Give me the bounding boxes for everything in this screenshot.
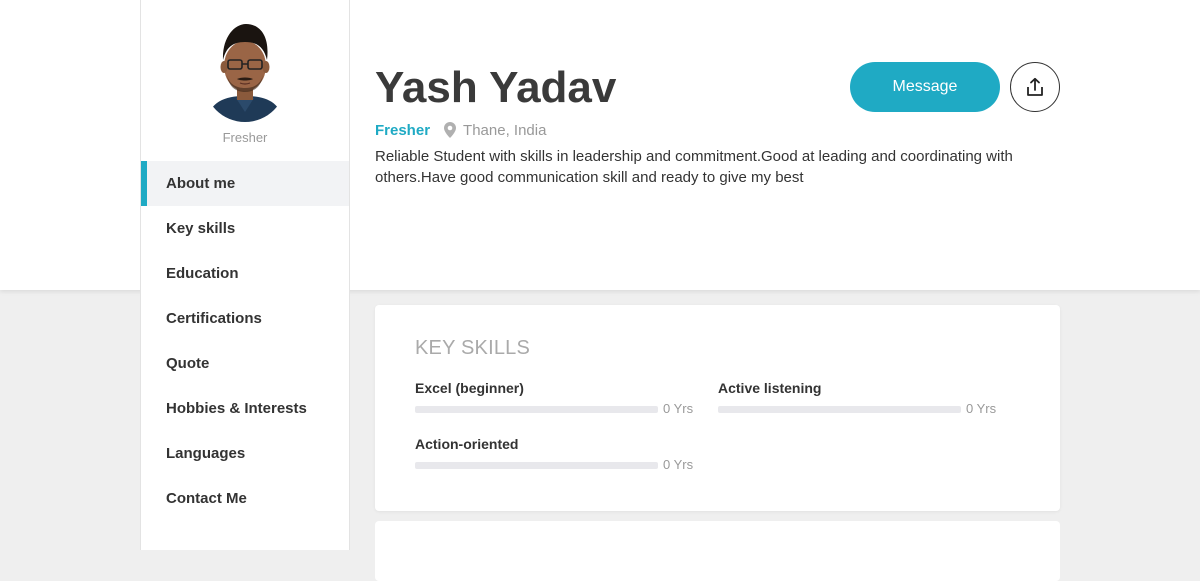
nav-item-quote[interactable]: Quote — [141, 341, 349, 386]
skill-name: Excel (beginner) — [415, 380, 524, 396]
profile-sidebar: Fresher About me Key skills Education Ce… — [140, 0, 350, 550]
profile-status: Fresher — [222, 130, 268, 145]
profile-location: Thane, India — [463, 121, 547, 139]
skill-years: 0 Yrs — [663, 457, 694, 472]
profile-name: Yash Yadav — [375, 63, 617, 112]
nav-item-contact-me[interactable]: Contact Me — [141, 476, 349, 521]
key-skills-title: KEY SKILLS — [415, 337, 531, 359]
nav-item-hobbies-interests[interactable]: Hobbies & Interests — [141, 386, 349, 431]
skill-name: Action-oriented — [415, 436, 519, 452]
sidebar-nav: About me Key skills Education Certificat… — [141, 161, 349, 521]
nav-item-certifications[interactable]: Certifications — [141, 296, 349, 341]
skill-years: 0 Yrs — [663, 401, 694, 416]
skill-progress-bar — [415, 462, 658, 469]
skill-name: Active listening — [718, 380, 822, 396]
skill-progress-bar — [718, 406, 961, 413]
skill-item: Active listening 0 Yrs — [718, 379, 998, 417]
skill-item: Action-oriented 0 Yrs — [415, 435, 695, 473]
profile-subline: Fresher Thane, India — [375, 120, 546, 140]
nav-item-education[interactable]: Education — [141, 251, 349, 296]
message-button[interactable]: Message — [850, 62, 1000, 112]
share-icon — [1025, 77, 1045, 97]
location-pin-icon — [444, 122, 457, 138]
skill-item: Excel (beginner) 0 Yrs — [415, 379, 695, 417]
share-button[interactable] — [1010, 62, 1060, 112]
profile-role: Fresher — [375, 121, 431, 139]
avatar — [204, 20, 286, 122]
key-skills-card: KEY SKILLS Excel (beginner) 0 Yrs Active… — [375, 305, 1060, 511]
next-section-card — [375, 521, 1060, 581]
skill-years: 0 Yrs — [966, 401, 997, 416]
nav-item-key-skills[interactable]: Key skills — [141, 206, 349, 251]
nav-item-about-me[interactable]: About me — [141, 161, 349, 206]
skill-progress-bar — [415, 406, 658, 413]
profile-bio: Reliable Student with skills in leadersh… — [375, 148, 1013, 186]
nav-item-languages[interactable]: Languages — [141, 431, 349, 476]
